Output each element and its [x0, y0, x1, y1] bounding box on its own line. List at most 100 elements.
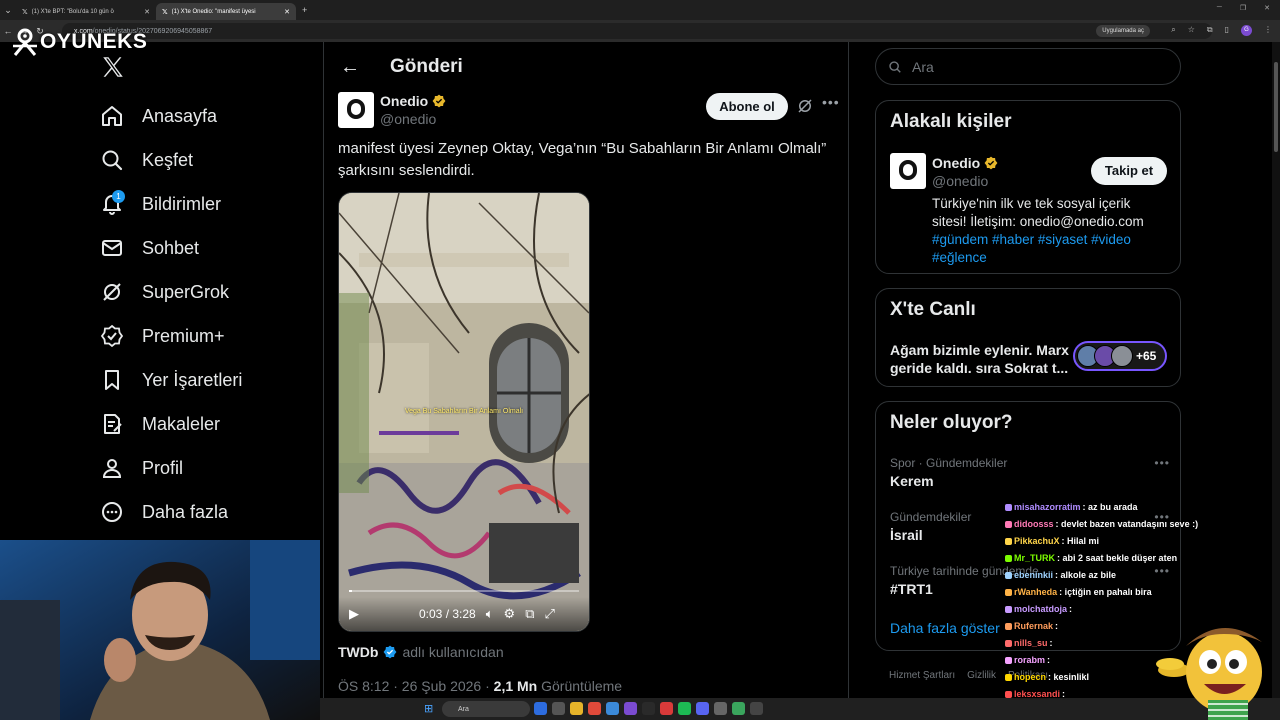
nav-item-premium[interactable]: Premium+: [98, 314, 242, 358]
tab-close-icon[interactable]: ✕: [144, 8, 150, 16]
webcam-image: [0, 540, 320, 720]
subscribe-button[interactable]: Abone ol: [706, 93, 788, 120]
author-handle[interactable]: @onedio: [380, 111, 436, 127]
show-more-link[interactable]: Daha fazla göster: [890, 620, 1000, 636]
nav-item-profile[interactable]: Profil: [98, 446, 242, 490]
volume-icon[interactable]: 🔈︎: [486, 606, 494, 622]
nav-item-supergrok[interactable]: SuperGrok: [98, 270, 242, 314]
footer-link[interactable]: Hizmet Şartları: [889, 670, 955, 681]
chat-badge-icon: [1005, 657, 1012, 664]
live-space-title[interactable]: Ağam bizimle eylenir. Marx geride kaldı.…: [890, 341, 1070, 377]
chat-username[interactable]: rorabm: [1014, 652, 1045, 669]
browser-tab-active[interactable]: 𝕏 (1) X'te Onedio: "manifest üyesi ✕: [156, 3, 296, 20]
chat-username[interactable]: leksxsandi: [1014, 686, 1060, 703]
extensions-icon[interactable]: ⧉: [1207, 25, 1213, 36]
chat-username[interactable]: nills_su: [1014, 635, 1048, 652]
app-icon[interactable]: [606, 702, 619, 715]
author-name-row[interactable]: Onedio: [380, 93, 446, 109]
nav-item-articles[interactable]: Makaleler: [98, 402, 242, 446]
app-icon[interactable]: [660, 702, 673, 715]
nav-label: Sohbet: [142, 237, 200, 258]
chat-username[interactable]: rWanheda: [1014, 584, 1057, 601]
open-in-app-button[interactable]: Uygulamada aç: [1096, 25, 1150, 37]
app-icon[interactable]: [750, 702, 763, 715]
sidebar-icon[interactable]: ▯: [1225, 25, 1229, 36]
discord-icon[interactable]: [696, 702, 709, 715]
grok-icon: [103, 283, 121, 301]
video-progress-bar[interactable]: [349, 590, 579, 592]
more-options-icon[interactable]: •••: [822, 94, 840, 110]
x-logo-icon[interactable]: [100, 54, 126, 80]
trend-more-icon[interactable]: •••: [1154, 456, 1170, 470]
taskbar-search[interactable]: Ara: [442, 701, 530, 717]
minimize-icon[interactable]: ─: [1217, 4, 1222, 12]
related-hashtags[interactable]: #gündem #haber #siyaset #video #eğlence: [932, 232, 1131, 265]
zoom-icon[interactable]: ⌕: [1171, 25, 1175, 36]
chat-username[interactable]: Rufernak: [1014, 618, 1053, 635]
trend-item[interactable]: Spor · Gündemdekiler Kerem •••: [890, 456, 1170, 489]
chat-username[interactable]: PikkachuX: [1014, 533, 1060, 550]
verified-icon: [100, 324, 124, 348]
app-icon[interactable]: [624, 702, 637, 715]
mascot-sticker: [1156, 627, 1262, 720]
author-avatar[interactable]: [338, 92, 374, 128]
nav-item-bookmarks[interactable]: Yer İşaretleri: [98, 358, 242, 402]
window-close-icon[interactable]: ✕: [1264, 4, 1270, 12]
related-people-card: Alakalı kişiler Onedio @onedio Takip et …: [875, 100, 1181, 274]
app-icon[interactable]: [732, 702, 745, 715]
restore-icon[interactable]: ❐: [1240, 4, 1246, 12]
chat-username[interactable]: ebeninkii: [1014, 567, 1053, 584]
footer-link[interactable]: Gizlilik: [967, 670, 996, 681]
chat-text: :: [1069, 604, 1073, 614]
nav-item-notifications[interactable]: 1 Bildirimler: [98, 182, 242, 226]
chrome-icon[interactable]: [588, 702, 601, 715]
tab-close-icon[interactable]: ✕: [284, 8, 290, 16]
fullscreen-icon[interactable]: ⤢: [544, 606, 554, 622]
video-attribution: TWDb adlı kullanıcıdan: [338, 644, 504, 660]
chat-username[interactable]: misahazorratim: [1014, 499, 1081, 516]
search-box[interactable]: Ara: [875, 48, 1181, 85]
related-name-row[interactable]: Onedio: [932, 155, 998, 171]
folder-icon[interactable]: [570, 702, 583, 715]
chat-badge-icon: [1005, 623, 1012, 630]
chat-text: :: [1055, 621, 1059, 631]
start-menu-icon[interactable]: ⊞: [424, 702, 433, 715]
follow-button[interactable]: Takip et: [1091, 157, 1167, 185]
app-icon[interactable]: [552, 702, 565, 715]
tab-menu-icon[interactable]: ⌄: [0, 5, 16, 16]
chat-text: : alkole az bile: [1055, 570, 1117, 580]
profile-avatar[interactable]: G: [1241, 25, 1252, 36]
new-tab-icon[interactable]: +: [302, 5, 307, 15]
grok-icon[interactable]: [796, 97, 814, 115]
browser-tab[interactable]: 𝕏 (1) X'te BPT: "Bolu'da 10 gün ö ✕: [16, 3, 156, 20]
chat-username[interactable]: molchatdoja: [1014, 601, 1067, 618]
app-icon[interactable]: [534, 702, 547, 715]
post-timestamp[interactable]: ÖS 8:12 · 26 Şub 2026 ·: [338, 678, 494, 694]
address-bar[interactable]: x.com/onedio/status/2027069206945058867: [62, 23, 1212, 39]
nav-item-messages[interactable]: Sohbet: [98, 226, 242, 270]
app-icon[interactable]: [642, 702, 655, 715]
browser-menu-icon[interactable]: ⋮: [1264, 25, 1272, 36]
open-in-app-label: Uygulamada aç: [1102, 28, 1144, 34]
pip-icon[interactable]: ⧉: [525, 606, 534, 622]
nav-item-explore[interactable]: Keşfet: [98, 138, 242, 182]
live-title: X'te Canlı: [890, 299, 976, 320]
taskbar-apps: [534, 702, 763, 715]
star-icon[interactable]: ☆: [1188, 25, 1195, 36]
chat-username[interactable]: hopecn: [1014, 669, 1046, 686]
related-handle[interactable]: @onedio: [932, 173, 988, 189]
attribution-name[interactable]: TWDb: [338, 644, 378, 660]
live-listeners-pill[interactable]: +65: [1073, 341, 1167, 371]
video-player[interactable]: Vega Bu Sabahların Bir Anlamı Olmalı ▶ 0…: [338, 192, 590, 632]
nav-item-home[interactable]: Anasayfa: [98, 94, 242, 138]
play-icon[interactable]: ▶: [349, 606, 359, 622]
chat-username[interactable]: Mr_TURK: [1014, 550, 1055, 567]
settings-icon[interactable]: ⚙: [504, 606, 516, 622]
nav-item-more[interactable]: Daha fazla: [98, 490, 242, 534]
page-scrollbar[interactable]: [1272, 42, 1280, 702]
spotify-icon[interactable]: [678, 702, 691, 715]
back-arrow-icon[interactable]: ←: [340, 56, 360, 79]
app-icon[interactable]: [714, 702, 727, 715]
related-avatar[interactable]: [890, 153, 926, 189]
chat-username[interactable]: didoosss: [1014, 516, 1054, 533]
